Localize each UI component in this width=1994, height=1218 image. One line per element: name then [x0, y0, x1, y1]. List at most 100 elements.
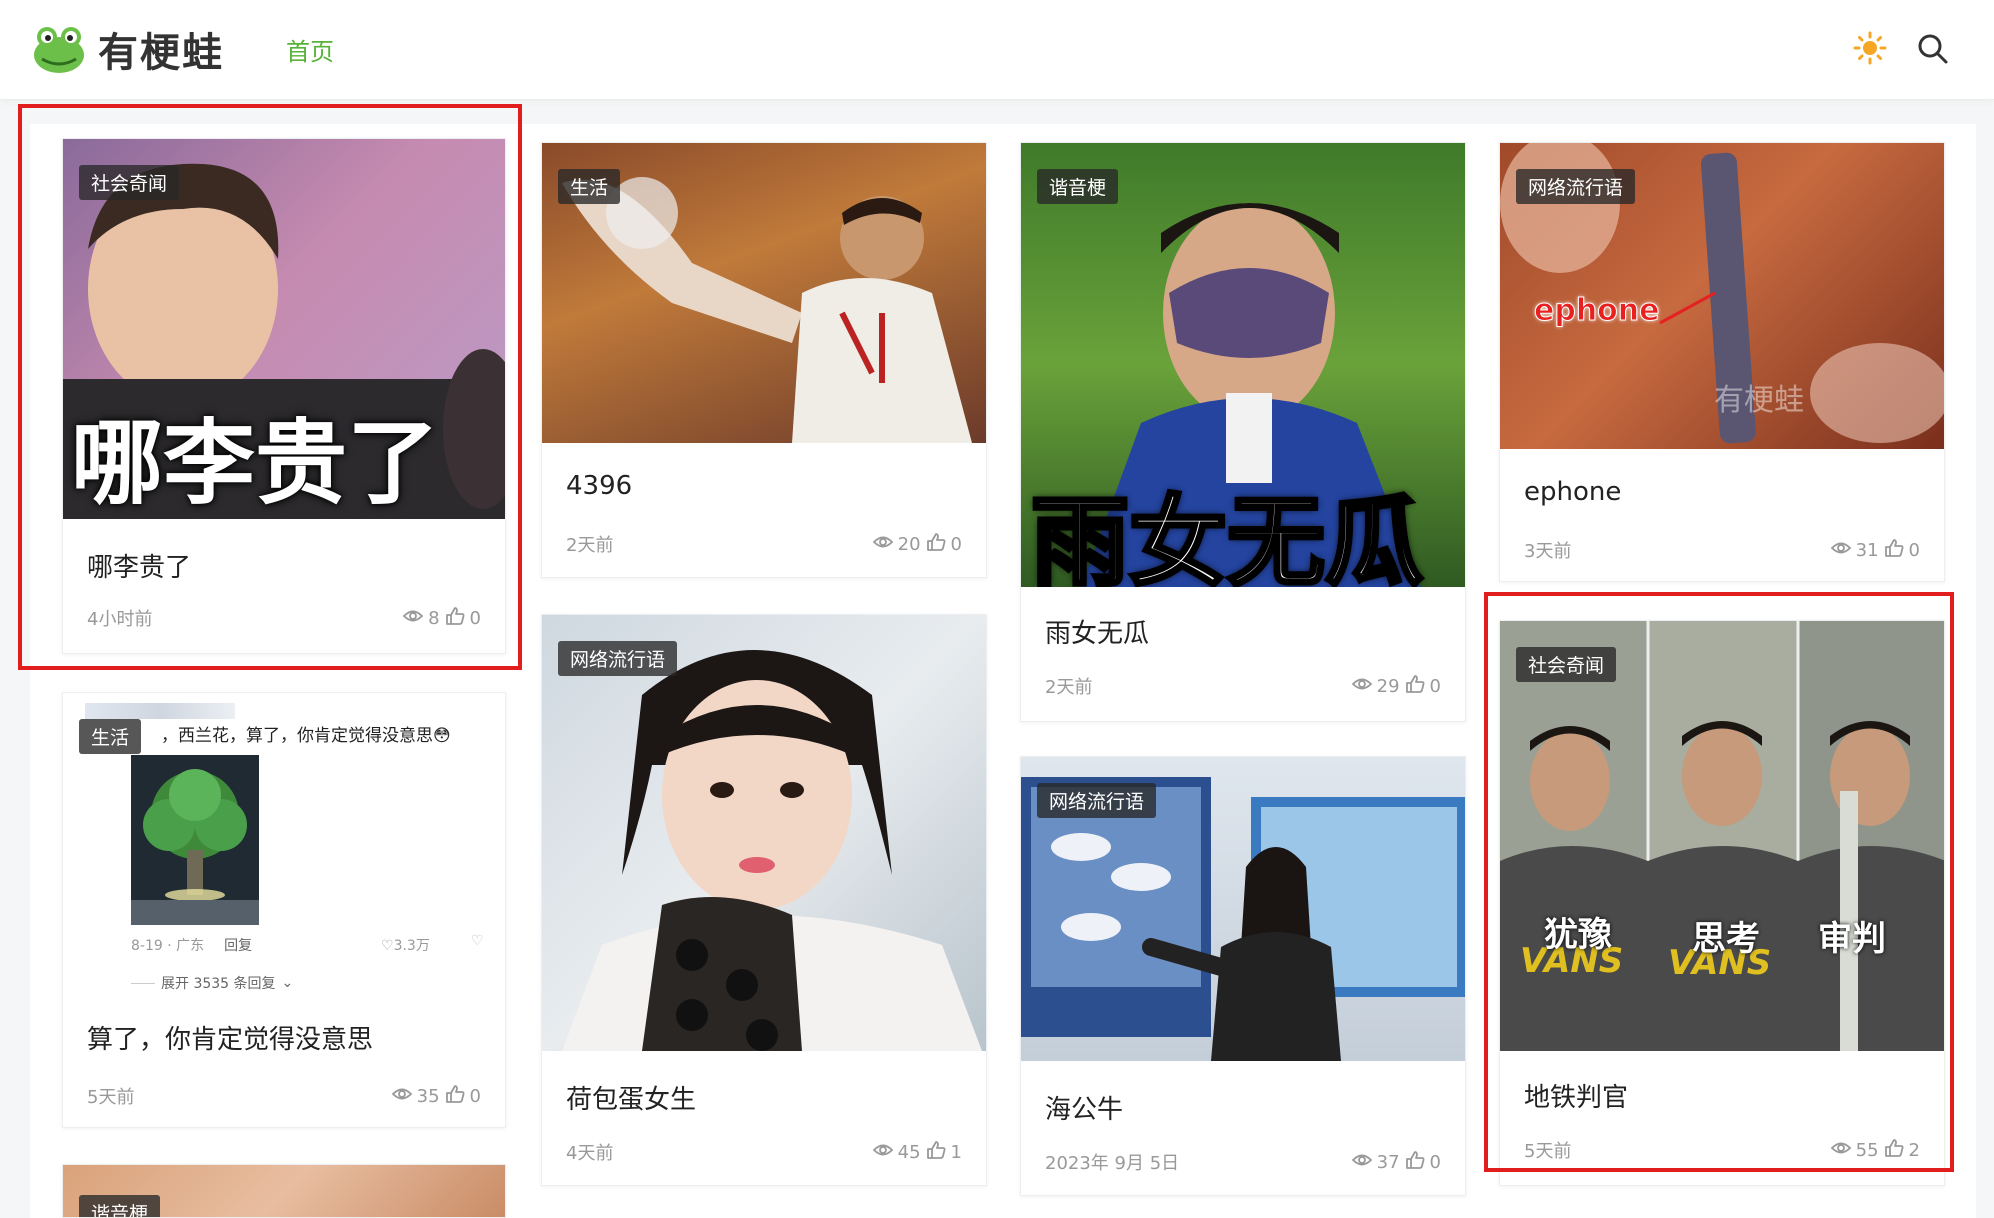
thumbs-up-icon[interactable]	[925, 531, 947, 558]
meme-caption: ephone	[1534, 293, 1660, 329]
thumbs-up-icon[interactable]	[1883, 1137, 1905, 1164]
post-time: 4天前	[566, 1143, 614, 1164]
meme-caption: 哪李贵了	[71, 410, 440, 517]
view-count: 20	[897, 534, 921, 555]
thumbs-up-icon[interactable]	[444, 1083, 466, 1110]
view-count: 45	[897, 1142, 921, 1163]
like-count: 0	[1429, 1152, 1441, 1173]
eye-icon	[1351, 673, 1373, 700]
post-time: 4小时前	[87, 609, 153, 630]
post-card[interactable]: 网络流行语 荷包蛋女生 4天前 45 1	[541, 614, 987, 1186]
post-thumbnail[interactable]: 网络流行语 ephone 有梗蛙	[1500, 143, 1944, 449]
blurred-username	[85, 703, 235, 719]
view-count: 29	[1376, 676, 1400, 697]
post-title[interactable]: 哪李贵了	[87, 547, 191, 584]
post-stats: 20 0	[872, 531, 962, 558]
category-tag[interactable]: 社会奇闻	[79, 165, 180, 200]
eye-icon	[391, 1083, 413, 1110]
view-count: 31	[1855, 540, 1879, 561]
site-logo[interactable]: 有梗蛙	[32, 20, 224, 78]
post-thumbnail[interactable]: ，西兰花，算了，你肯定觉得没意思😳 8-19 · 广东 回复 ♡3.3万 ♡ 展…	[63, 693, 505, 993]
post-thumbnail[interactable]: VANS VANS 犹豫 思考 审判 社会奇闻	[1500, 621, 1944, 1051]
post-card[interactable]: 谐音梗	[62, 1164, 506, 1218]
post-card[interactable]: 网络流行语 海公牛 2023年 9月 5日 37 0	[1020, 756, 1466, 1196]
post-title[interactable]: 4396	[566, 471, 632, 501]
nav-home-link[interactable]: 首页	[286, 32, 334, 67]
meme-caption: 审判	[1818, 919, 1886, 959]
post-title[interactable]: 地铁判官	[1524, 1077, 1628, 1114]
meme-caption: 雨女无瓜	[1029, 484, 1425, 587]
post-thumbnail[interactable]: 谐音梗 雨女无瓜	[1021, 143, 1465, 587]
dislike-icon: ♡	[471, 933, 484, 949]
thumbs-up-icon[interactable]	[444, 605, 466, 632]
comment-likes: ♡3.3万	[381, 938, 430, 954]
thumbs-up-icon[interactable]	[1404, 1149, 1426, 1176]
post-stats: 29 0	[1351, 673, 1441, 700]
post-title[interactable]: 算了，你肯定觉得没意思	[87, 1019, 373, 1056]
post-stats: 37 0	[1351, 1149, 1441, 1176]
heart-icon: ♡	[381, 938, 394, 954]
like-count: 0	[1908, 540, 1920, 561]
comment-meta: 8-19 · 广东 回复	[131, 935, 252, 955]
search-icon[interactable]	[1914, 30, 1950, 66]
post-card[interactable]: VANS VANS 犹豫 思考 审判 社会奇闻 地铁判官 5天前 55 2	[1499, 620, 1945, 1186]
view-count: 55	[1855, 1140, 1879, 1161]
post-time: 2023年 9月 5日	[1045, 1153, 1180, 1174]
post-title[interactable]: 海公牛	[1045, 1089, 1123, 1126]
post-time: 5天前	[1524, 1141, 1572, 1162]
category-tag[interactable]: 谐音梗	[79, 1195, 161, 1217]
post-stats: 55 2	[1830, 1137, 1920, 1164]
category-tag[interactable]: 网络流行语	[558, 641, 678, 676]
view-count: 8	[428, 608, 440, 629]
broccoli-image	[131, 755, 259, 925]
site-name: 有梗蛙	[98, 29, 224, 76]
category-tag[interactable]: 网络流行语	[1037, 783, 1157, 818]
post-title[interactable]: 雨女无瓜	[1045, 613, 1149, 650]
frog-logo-icon	[32, 23, 86, 75]
category-tag[interactable]: 生活	[558, 169, 621, 204]
post-card[interactable]: 社会奇闻 哪李贵了 哪李贵了 4小时前 8 0	[62, 138, 506, 654]
meme-caption: 犹豫	[1544, 915, 1612, 955]
chevron-down-icon: ⌄	[281, 975, 294, 991]
like-count: 0	[469, 1086, 481, 1107]
post-thumbnail[interactable]: 网络流行语	[542, 615, 986, 1051]
like-count: 2	[1908, 1140, 1920, 1161]
thumbs-up-icon[interactable]	[925, 1139, 947, 1166]
thumbs-up-icon[interactable]	[1404, 673, 1426, 700]
sun-icon[interactable]	[1852, 30, 1888, 66]
post-card[interactable]: 谐音梗 雨女无瓜 雨女无瓜 2天前 29 0	[1020, 142, 1466, 722]
eye-icon	[1351, 1149, 1373, 1176]
post-card[interactable]: 网络流行语 ephone 有梗蛙 ephone 3天前 31 0	[1499, 142, 1945, 582]
post-thumbnail[interactable]: 网络流行语	[1021, 757, 1465, 1061]
eye-icon	[1830, 1137, 1852, 1164]
like-count: 1	[950, 1142, 962, 1163]
view-count: 37	[1376, 1152, 1400, 1173]
post-title[interactable]: 荷包蛋女生	[566, 1079, 696, 1116]
comment-text: ，西兰花，算了，你肯定觉得没意思😳	[161, 726, 451, 746]
eye-icon	[1830, 537, 1852, 564]
view-count: 35	[416, 1086, 440, 1107]
thumbs-up-icon[interactable]	[1883, 537, 1905, 564]
top-navbar: 有梗蛙 首页	[0, 0, 1994, 100]
category-tag[interactable]: 网络流行语	[1516, 169, 1636, 204]
post-stats: 45 1	[872, 1139, 962, 1166]
post-thumbnail[interactable]: 生活	[542, 143, 986, 443]
reply-link: 回复	[224, 938, 253, 954]
post-time: 2天前	[1045, 677, 1093, 698]
watermark: 有梗蛙	[1714, 383, 1804, 418]
expand-replies: 展开 3535 条回复 ⌄	[131, 973, 293, 993]
post-thumbnail[interactable]: 谐音梗	[63, 1165, 505, 1217]
eye-icon	[872, 531, 894, 558]
post-card[interactable]: ，西兰花，算了，你肯定觉得没意思😳 8-19 · 广东 回复 ♡3.3万 ♡ 展…	[62, 692, 506, 1128]
like-count: 0	[469, 608, 481, 629]
post-title[interactable]: ephone	[1524, 477, 1621, 507]
post-card[interactable]: 生活 4396 2天前 20 0	[541, 142, 987, 578]
post-thumbnail[interactable]: 社会奇闻 哪李贵了	[63, 139, 505, 519]
post-stats: 31 0	[1830, 537, 1920, 564]
post-stats: 35 0	[391, 1083, 481, 1110]
category-tag[interactable]: 社会奇闻	[1516, 647, 1617, 682]
category-tag[interactable]: 生活	[79, 719, 142, 754]
meme-caption: 思考	[1692, 919, 1760, 959]
like-count: 0	[950, 534, 962, 555]
category-tag[interactable]: 谐音梗	[1037, 169, 1119, 204]
